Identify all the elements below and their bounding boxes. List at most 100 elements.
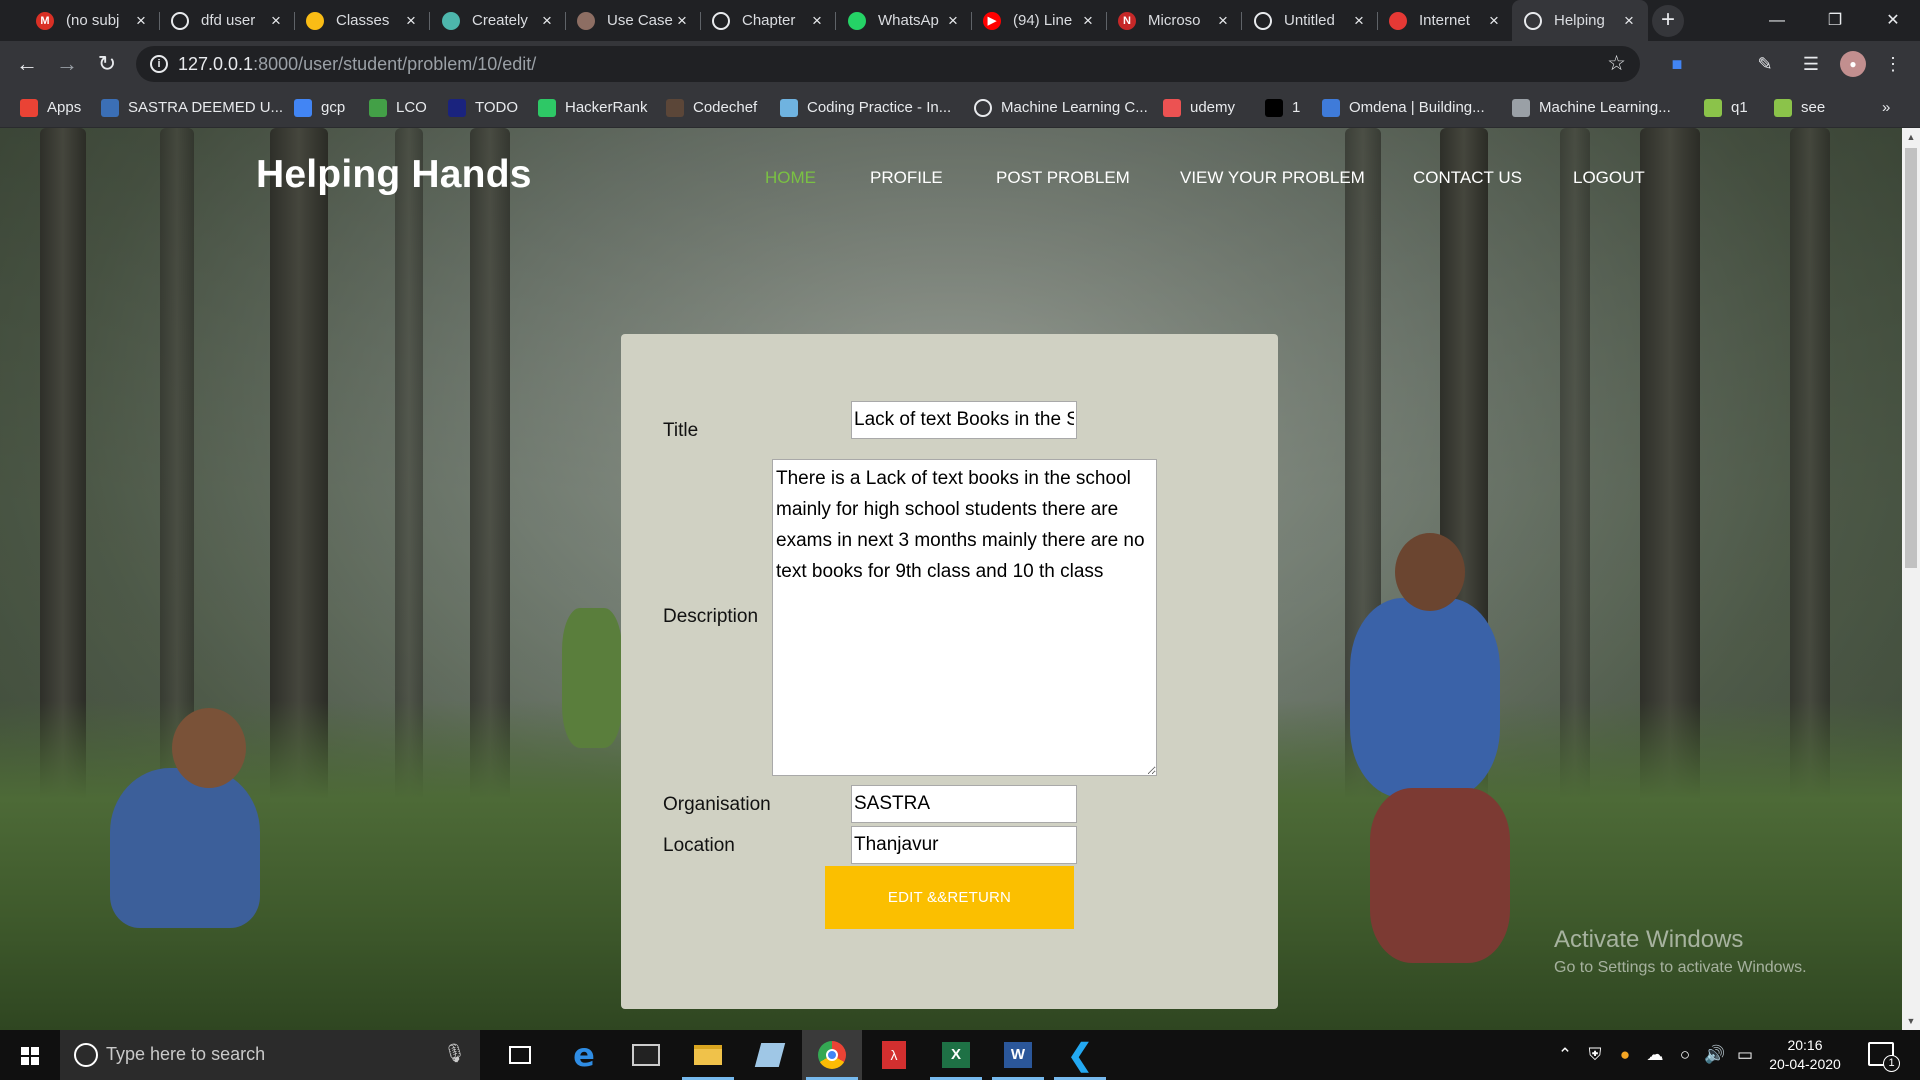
bookmark-item[interactable]: SASTRA DEEMED U... xyxy=(101,87,283,128)
bookmark-item[interactable]: Apps xyxy=(20,87,81,128)
minimize-icon[interactable]: — xyxy=(1748,0,1806,41)
volume-icon[interactable]: 🔊 xyxy=(1702,1030,1728,1080)
browser-tab[interactable]: ▶ (94) Line × xyxy=(971,0,1107,41)
bookmark-item[interactable]: q1 xyxy=(1704,87,1748,128)
browser-tab[interactable]: Internet × xyxy=(1377,0,1513,41)
wifi-icon[interactable]: ○ xyxy=(1672,1030,1698,1080)
address-bar[interactable]: i 127.0.0.1:8000/user/student/problem/10… xyxy=(136,46,1640,82)
maximize-icon[interactable]: ❐ xyxy=(1806,0,1864,41)
site-brand[interactable]: Helping Hands xyxy=(256,153,532,197)
taskbar-search[interactable]: Type here to search 🎙 xyxy=(60,1030,480,1080)
edge-icon[interactable]: e xyxy=(554,1030,614,1080)
site-info-icon[interactable]: i xyxy=(150,55,168,73)
start-button[interactable] xyxy=(0,1030,60,1080)
browser-tab[interactable]: M (no subj × xyxy=(24,0,160,41)
browser-tab[interactable]: Chapter × xyxy=(700,0,836,41)
bookmark-item[interactable]: udemy xyxy=(1163,87,1235,128)
scroll-thumb[interactable] xyxy=(1905,148,1917,568)
browser-tab[interactable]: WhatsAp × xyxy=(836,0,972,41)
description-label: Description xyxy=(663,606,759,627)
kebab-menu-icon[interactable]: ⋮ xyxy=(1880,51,1906,77)
close-tab-icon[interactable]: × xyxy=(1079,11,1097,31)
url-text[interactable]: 127.0.0.1:8000/user/student/problem/10/e… xyxy=(178,54,536,75)
nav-link-contact-us[interactable]: CONTACT US xyxy=(1413,168,1522,188)
terminal-icon[interactable] xyxy=(616,1030,676,1080)
bookmark-item[interactable]: Codechef xyxy=(666,87,757,128)
bookmark-item[interactable]: HackerRank xyxy=(538,87,648,128)
extension-icon[interactable]: ■ xyxy=(1664,51,1690,77)
excel-icon[interactable]: X xyxy=(926,1030,986,1080)
browser-tab[interactable]: Untitled × xyxy=(1242,0,1378,41)
tab-title: Microso xyxy=(1148,12,1201,29)
tray-expand-icon[interactable]: ⌃ xyxy=(1552,1030,1578,1080)
action-center-icon[interactable]: 1 xyxy=(1868,1042,1900,1072)
nav-link-logout[interactable]: LOGOUT xyxy=(1573,168,1645,188)
bookmark-item[interactable]: 1 xyxy=(1265,87,1300,128)
title-input[interactable] xyxy=(851,401,1077,439)
browser-tab[interactable]: Helping × xyxy=(1512,0,1648,41)
vscode-icon[interactable]: ❮ xyxy=(1050,1030,1110,1080)
close-tab-icon[interactable]: × xyxy=(1350,11,1368,31)
bookmark-item[interactable]: Machine Learning C... xyxy=(974,87,1148,128)
udemy-icon xyxy=(1163,98,1181,117)
nav-link-post-problem[interactable]: POST PROBLEM xyxy=(996,168,1130,188)
word-icon[interactable]: W xyxy=(988,1030,1048,1080)
close-tab-icon[interactable]: × xyxy=(1620,11,1638,31)
browser-tab[interactable]: N Microso × xyxy=(1106,0,1242,41)
tab-title: (no subj xyxy=(66,12,120,29)
defender-shield-icon[interactable]: ⛨ xyxy=(1582,1030,1608,1080)
forward-arrow-icon[interactable]: → xyxy=(52,49,82,79)
edit-and-return-button[interactable]: EDIT &&RETURN xyxy=(825,866,1074,929)
extension-pen-icon[interactable]: ✎ xyxy=(1752,51,1778,77)
bookmark-item[interactable]: see xyxy=(1774,87,1825,128)
chrome-icon[interactable] xyxy=(802,1030,862,1080)
close-tab-icon[interactable]: × xyxy=(538,11,556,31)
nav-link-view-your-problem[interactable]: VIEW YOUR PROBLEM xyxy=(1180,168,1365,188)
weather-icon[interactable]: ● xyxy=(1612,1030,1638,1080)
nav-link-profile[interactable]: PROFILE xyxy=(870,168,943,188)
page-scrollbar[interactable]: ▲ ▼ xyxy=(1902,128,1920,1030)
file-explorer-icon[interactable] xyxy=(678,1030,738,1080)
close-tab-icon[interactable]: × xyxy=(1485,11,1503,31)
organisation-input[interactable] xyxy=(851,785,1077,823)
sketch-icon[interactable] xyxy=(740,1030,800,1080)
scroll-up-icon[interactable]: ▲ xyxy=(1902,128,1920,146)
location-input[interactable] xyxy=(851,826,1077,864)
close-tab-icon[interactable]: × xyxy=(132,11,150,31)
browser-tab[interactable]: Use Case × xyxy=(565,0,701,41)
bookmark-item[interactable]: Omdena | Building... xyxy=(1322,87,1485,128)
bookmark-item[interactable]: Machine Learning... xyxy=(1512,87,1671,128)
browser-tab[interactable]: Classes × xyxy=(294,0,430,41)
close-window-icon[interactable]: ✕ xyxy=(1864,0,1920,41)
bookmark-item[interactable]: gcp xyxy=(294,87,345,128)
browser-tab[interactable]: dfd user × xyxy=(159,0,295,41)
back-arrow-icon[interactable]: ← xyxy=(12,49,42,79)
cloud-offline-icon[interactable]: ☁ xyxy=(1642,1030,1668,1080)
nav-link-home[interactable]: HOME xyxy=(765,168,816,188)
bookmarks-overflow-button[interactable]: » xyxy=(1882,87,1890,128)
battery-icon[interactable]: ▭ xyxy=(1732,1030,1758,1080)
bookmark-item[interactable]: TODO xyxy=(448,87,518,128)
task-view-icon[interactable] xyxy=(490,1030,550,1080)
browser-tab[interactable]: Creately × xyxy=(430,0,566,41)
microphone-icon[interactable]: 🎙 xyxy=(443,1043,466,1064)
close-tab-icon[interactable]: × xyxy=(402,11,420,31)
tab-title: (94) Line xyxy=(1013,12,1073,29)
bookmark-item[interactable]: LCO xyxy=(369,87,427,128)
edx-icon: N xyxy=(1118,11,1136,30)
new-tab-button[interactable]: + xyxy=(1652,5,1684,37)
close-tab-icon[interactable]: × xyxy=(1214,11,1232,31)
description-textarea[interactable]: There is a Lack of text books in the sch… xyxy=(772,459,1157,776)
bookmark-star-icon[interactable]: ☆ xyxy=(1607,51,1626,76)
taskbar-clock[interactable]: 20:16 20-04-2020 xyxy=(1760,1036,1850,1074)
media-queue-icon[interactable]: ☰ xyxy=(1798,51,1824,77)
acrobat-icon[interactable]: λ xyxy=(864,1030,924,1080)
reload-icon[interactable]: ↻ xyxy=(92,49,122,79)
close-tab-icon[interactable]: × xyxy=(944,11,962,31)
bookmark-item[interactable]: Coding Practice - In... xyxy=(780,87,951,128)
close-tab-icon[interactable]: × xyxy=(267,11,285,31)
profile-avatar-icon[interactable]: ● xyxy=(1840,51,1866,77)
scroll-down-icon[interactable]: ▼ xyxy=(1902,1012,1920,1030)
close-tab-icon[interactable]: × xyxy=(673,11,691,31)
close-tab-icon[interactable]: × xyxy=(808,11,826,31)
